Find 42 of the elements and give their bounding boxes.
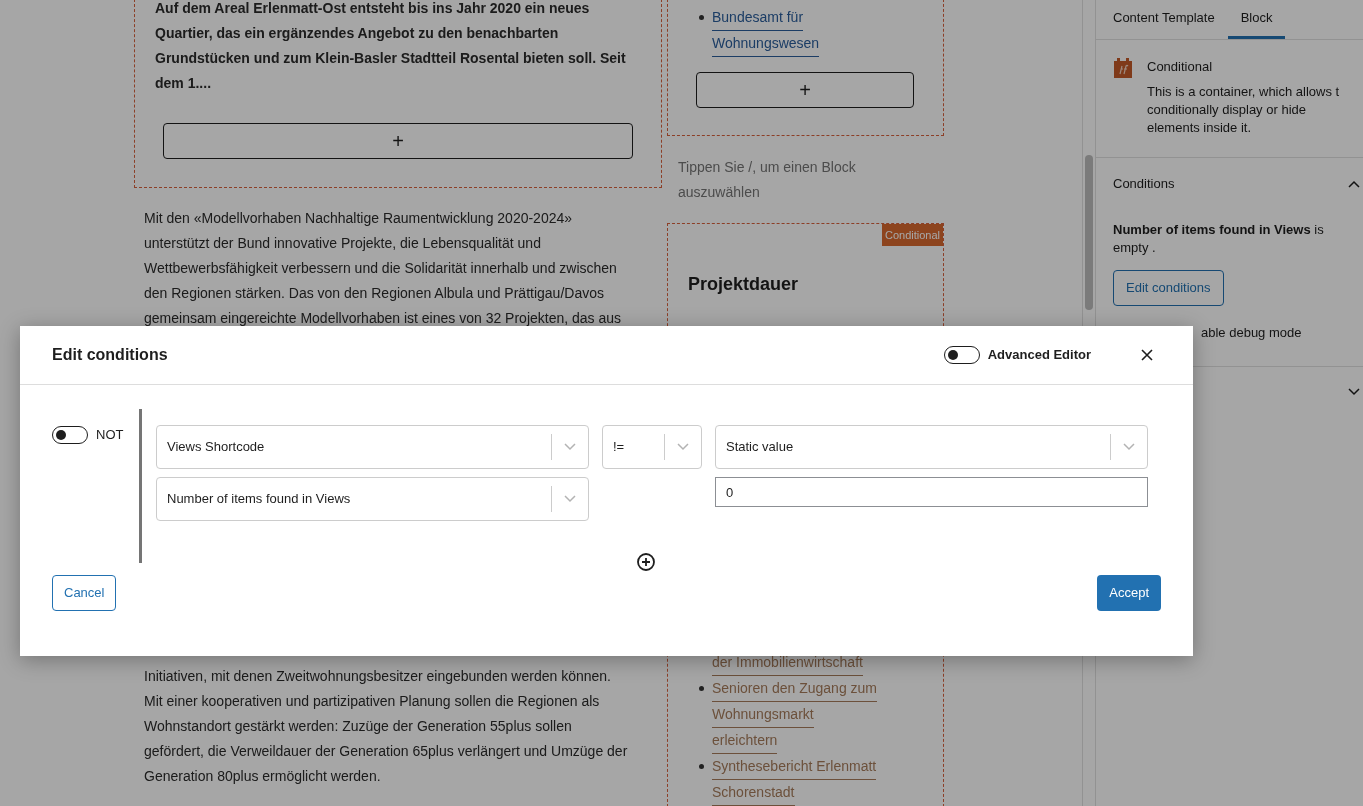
bullet-icon [699, 15, 704, 20]
chevron-down-icon [564, 443, 576, 451]
block-heading: Projektdauer [687, 273, 800, 296]
accept-button[interactable]: Accept [1097, 575, 1161, 611]
chevron-down-icon [564, 495, 576, 503]
bullet-icon [699, 764, 704, 769]
add-block-button[interactable]: + [163, 123, 633, 159]
body-paragraph: Mit den «Modellvorhaben Nachhaltige Raumentwicklung 2020-2024» unterstützt der Bund innovative Projekte, die Lebensqualität und Wettbewerbsfähigkeit verbessern und die Solidarität innerhalb und zwischen den Regionen stärken. Das von den Regionen Albula und Prättigau/Davos gemeinsam eingereichte Modellvorhaben ist eines von 32 Projekten, das aus [143, 209, 623, 328]
chevron-down-icon [1348, 388, 1360, 396]
add-block-button[interactable]: + [696, 72, 914, 108]
add-circle-icon[interactable] [637, 553, 655, 571]
edit-conditions-button[interactable]: Edit conditions [1113, 269, 1224, 306]
bullet-icon [699, 686, 704, 691]
select-field[interactable]: Static value [715, 425, 1148, 469]
block-title: Conditional [1147, 58, 1214, 76]
toggle-switch[interactable] [52, 426, 88, 444]
link[interactable]: Bundesamt für Wohnungswesen [712, 5, 820, 57]
panel-title[interactable]: Conditions [1113, 173, 1175, 194]
toggle-switch[interactable] [943, 346, 980, 364]
scrollbar-thumb[interactable] [1085, 155, 1093, 310]
close-icon [1141, 349, 1153, 361]
conditional-block-icon [1113, 57, 1133, 79]
sidebar-tab[interactable]: Block [1227, 0, 1286, 39]
intro-paragraph: Auf dem Areal Erlenmatt-Ost entsteht bis ins Jahr 2020 ein neues Quartier, das ein ergänzendes Angebot zu den benachbarten Grundstücken und zum Klein-Basler Stadtteil Rosental bieten soll. Seit dem 1.... [154, 0, 627, 93]
cancel-button[interactable]: Cancel [52, 575, 117, 611]
select-field[interactable]: Number of items found in Views [156, 477, 589, 521]
conditions-summary: Number of items found in Views is empty . [1113, 220, 1325, 257]
chevron-down-icon [677, 443, 689, 451]
dialog-title: Edit conditions [52, 345, 169, 365]
chevron-down-icon [1123, 443, 1135, 451]
debug-mode-label: able debug mode [1201, 324, 1302, 340]
block-placeholder[interactable]: Tippen Sie /, um einen Block auszuwählen [667, 155, 944, 205]
body-paragraph: Initiativen, mit denen Zweitwohnungsbesitzer eingebunden werden können. Mit einer kooperativen und partizipativen Planung sollen die Regionen als Wohnstandort gestärkt werden: Zuzüge der Generation 55plus sollen gefördert, die Verweildauer der Generation 65plus verlängert und Umzüge der Generation 80plus ermöglicht werden. [143, 667, 629, 786]
select-field[interactable]: Views Shortcode [156, 425, 589, 469]
chevron-up-icon [1348, 179, 1360, 188]
sidebar-tab[interactable]: Content Template [1100, 0, 1228, 39]
advanced-editor-label: Advanced Editor [987, 346, 1091, 365]
value-input[interactable]: 0 [715, 477, 1148, 507]
not-label: NOT [96, 426, 124, 444]
select-field[interactable]: != [602, 425, 702, 469]
block-description: This is a container, which allows t conditionally display or hide elements inside it. [1147, 82, 1340, 137]
block-badge: Conditional [881, 224, 943, 246]
